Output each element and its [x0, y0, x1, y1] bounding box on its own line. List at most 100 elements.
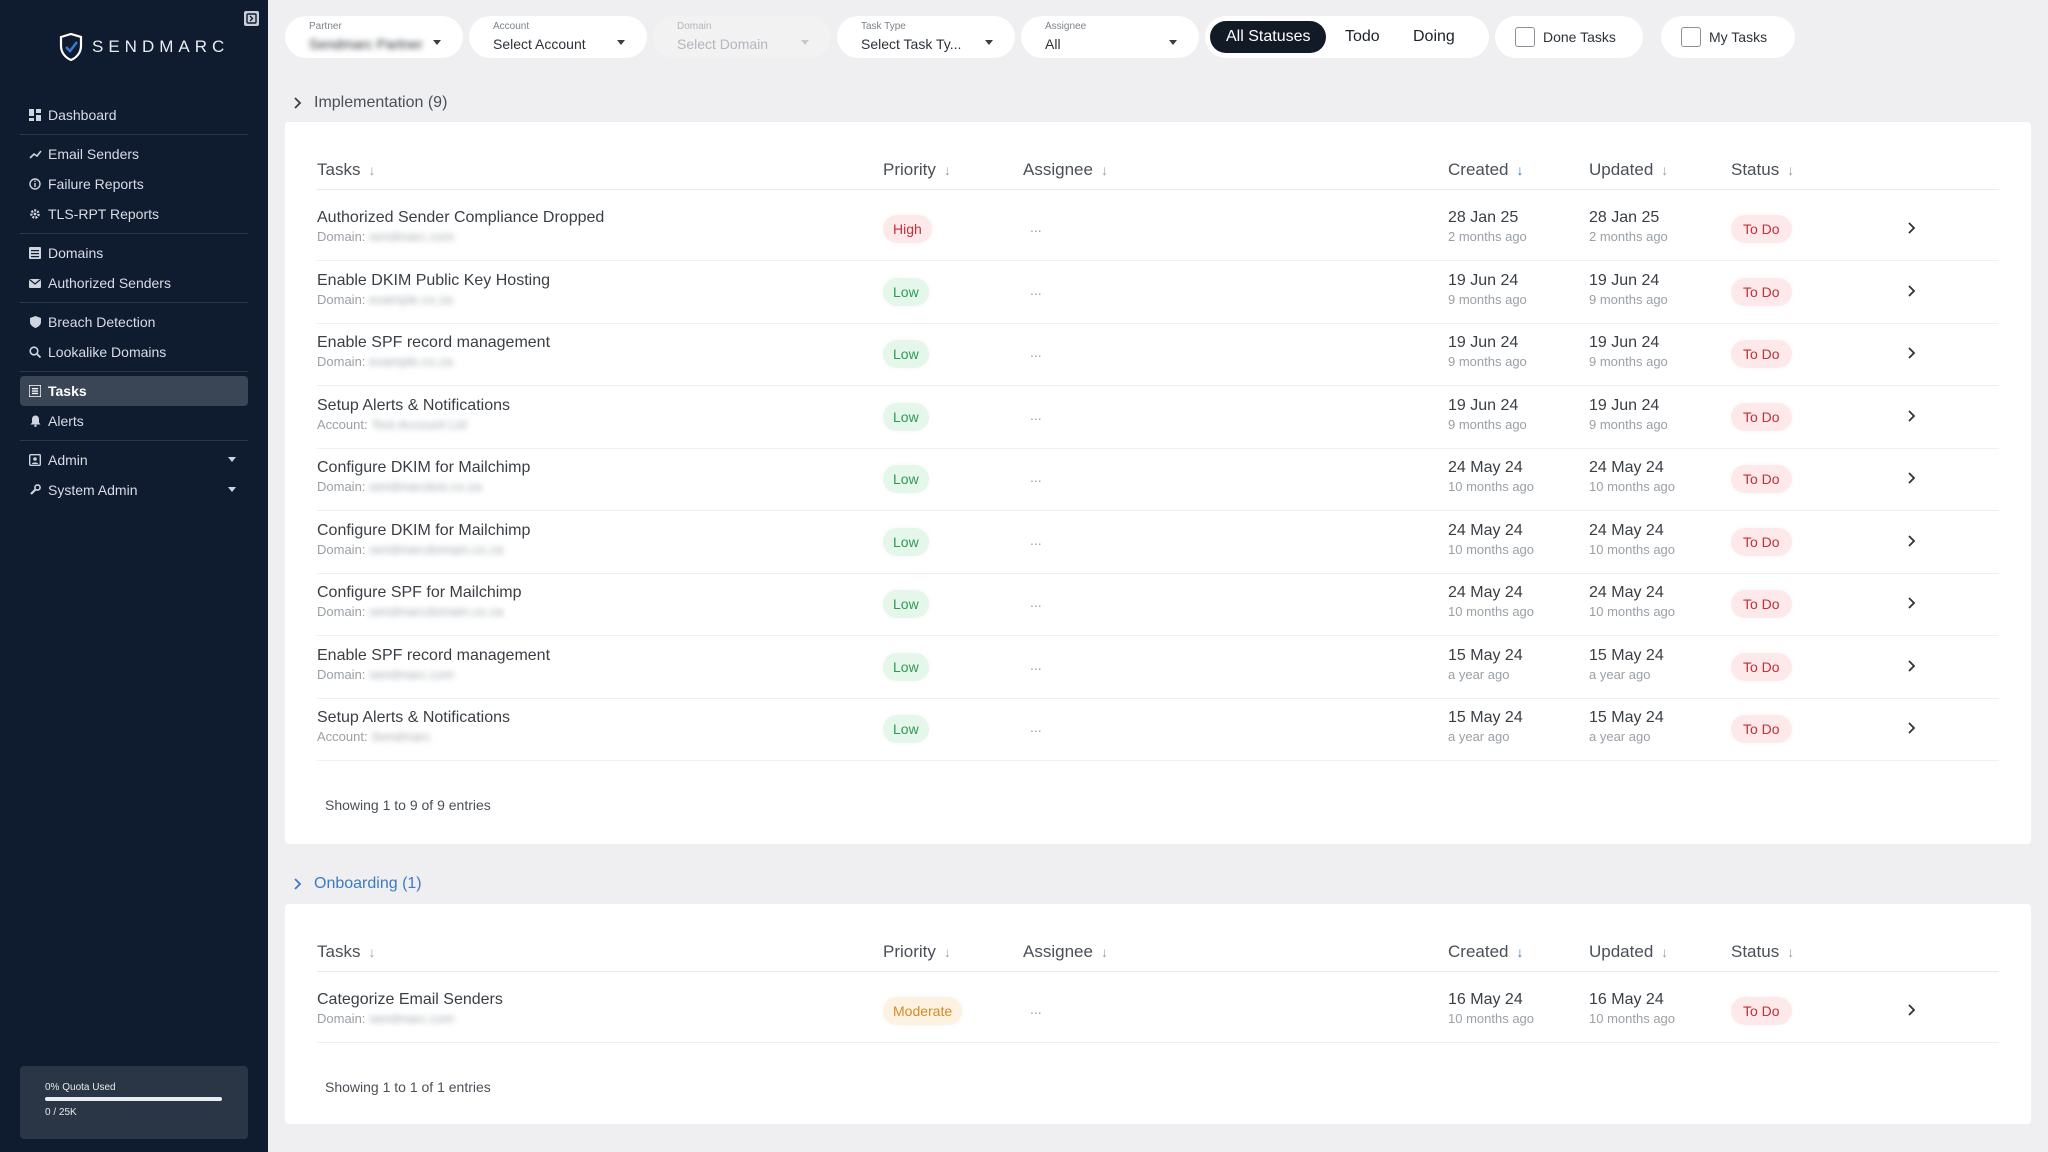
chevron-right-icon[interactable]	[1905, 471, 1919, 485]
table-row[interactable]: Setup Alerts & Notifications Account: Sen…	[317, 699, 1999, 761]
created-cell: 16 May 24 10 months ago	[1448, 991, 1534, 1026]
priority-cell: Low	[883, 652, 929, 681]
column-label: Updated	[1589, 160, 1654, 179]
column-header-status[interactable]: Status ↓	[1731, 160, 1794, 180]
column-header-priority[interactable]: Priority ↓	[883, 942, 951, 962]
section-header-onboarding[interactable]: Onboarding (1)	[293, 875, 422, 893]
column-header-assignee[interactable]: Assignee ↓	[1023, 160, 1108, 180]
table-row[interactable]: Setup Alerts & Notifications Account: Tes…	[317, 387, 1999, 449]
column-header-tasks[interactable]: Tasks ↓	[317, 942, 375, 962]
column-header-priority[interactable]: Priority ↓	[883, 160, 951, 180]
domain-select[interactable]: Domain Select Domain	[653, 16, 831, 58]
task-scope-value: sendmarctest.co.za	[369, 479, 482, 494]
table-row[interactable]: Configure DKIM for Mailchimp Domain: send…	[317, 449, 1999, 511]
task-type-select[interactable]: Task Type Select Task Ty...	[837, 16, 1015, 58]
task-scope-value: sendmarc.com	[369, 1011, 455, 1026]
sidebar-item-breach-detection[interactable]: Breach Detection	[20, 307, 248, 337]
task-title[interactable]: Enable DKIM Public Key Hosting	[317, 272, 550, 290]
sendmarc-logo-icon	[59, 33, 83, 61]
chevron-right-icon[interactable]	[1905, 409, 1919, 423]
task-scope: Account: Test Account Ltd	[317, 417, 510, 432]
quota-widget: 0% Quota Used 0 / 25K	[20, 1066, 248, 1139]
task-scope-label: Domain:	[317, 229, 366, 244]
sidebar-item-alerts[interactable]: Alerts	[20, 406, 248, 436]
created-date: 15 May 24	[1448, 709, 1523, 726]
quota-count: 0 / 25K	[45, 1107, 77, 1118]
column-header-updated[interactable]: Updated ↓	[1589, 160, 1668, 180]
assignee-select[interactable]: Assignee All	[1021, 16, 1199, 58]
chevron-right-icon[interactable]	[1905, 721, 1919, 735]
updated-relative: 10 months ago	[1589, 541, 1676, 557]
task-title[interactable]: Enable SPF record management	[317, 647, 550, 665]
task-title[interactable]: Configure SPF for Mailchimp	[317, 584, 522, 602]
chevron-right-icon[interactable]	[1905, 596, 1919, 610]
sidebar-item-admin[interactable]: Admin	[20, 445, 248, 475]
task-title[interactable]: Setup Alerts & Notifications	[317, 397, 510, 415]
created-date: 19 Jun 24	[1448, 396, 1519, 414]
sidebar-item-tasks[interactable]: Tasks	[20, 376, 248, 406]
task-title[interactable]: Authorized Sender Compliance Dropped	[317, 209, 604, 227]
status-todo-button[interactable]: Todo	[1329, 21, 1396, 53]
table-row[interactable]: Authorized Sender Compliance Dropped Doma…	[317, 199, 1999, 261]
sidebar-item-authorized-senders[interactable]: Authorized Senders	[20, 268, 248, 298]
sidebar-item-tls-rpt-reports[interactable]: TLS-RPT Reports	[20, 199, 248, 229]
my-tasks-toggle[interactable]: My Tasks	[1661, 16, 1795, 58]
created-relative: a year ago	[1448, 729, 1510, 744]
task-scope: Domain: example.co.za	[317, 292, 550, 307]
column-header-updated[interactable]: Updated ↓	[1589, 942, 1668, 962]
sidebar-item-domains[interactable]: Domains	[20, 238, 248, 268]
column-header-created[interactable]: Created ↓	[1448, 942, 1523, 962]
done-tasks-toggle[interactable]: Done Tasks	[1495, 16, 1643, 58]
column-header-assignee[interactable]: Assignee ↓	[1023, 942, 1108, 962]
task-title[interactable]: Configure DKIM for Mailchimp	[317, 522, 530, 540]
task-title[interactable]: Categorize Email Senders	[317, 991, 503, 1009]
created-relative: 2 months ago	[1448, 229, 1527, 244]
partner-select-value: Sendmarc Partner	[309, 36, 423, 52]
sidebar-item-lookalike-domains[interactable]: Lookalike Domains	[20, 337, 248, 367]
section-header-implementation[interactable]: Implementation (9)	[293, 94, 447, 112]
status-all-button[interactable]: All Statuses	[1210, 21, 1327, 53]
chevron-right-icon[interactable]	[1905, 221, 1919, 235]
priority-badge: Low	[883, 277, 929, 306]
sidebar-item-dashboard[interactable]: Dashboard	[20, 100, 248, 130]
task-scope-label: Domain:	[317, 354, 366, 369]
assignee-value: ...	[1030, 281, 1042, 298]
status-badge: To Do	[1731, 527, 1792, 556]
partner-select[interactable]: Partner Sendmarc Partner	[285, 16, 463, 58]
chevron-right-icon[interactable]	[1905, 284, 1919, 298]
table-row[interactable]: Enable SPF record management Domain: send…	[317, 637, 1999, 699]
column-header-tasks[interactable]: Tasks ↓	[317, 160, 375, 180]
created-cell: 28 Jan 25 2 months ago	[1448, 209, 1527, 244]
task-title[interactable]: Setup Alerts & Notifications	[317, 709, 510, 727]
assignee-value: ...	[1030, 219, 1042, 235]
chevron-right-icon[interactable]	[1905, 1003, 1919, 1017]
table-row[interactable]: Enable SPF record management Domain: exam…	[317, 324, 1999, 386]
task-scope-value: Test Account Ltd	[371, 416, 467, 432]
task-title[interactable]: Enable SPF record management	[317, 334, 550, 352]
chevron-down-icon	[617, 40, 625, 45]
account-select[interactable]: Account Select Account	[469, 16, 647, 58]
sidebar-item-system-admin[interactable]: System Admin	[20, 475, 248, 505]
status-badge: To Do	[1731, 340, 1792, 368]
chevron-down-icon	[228, 487, 236, 492]
table-row[interactable]: Configure DKIM for Mailchimp Domain: send…	[317, 512, 1999, 574]
table-row[interactable]: Enable DKIM Public Key Hosting Domain: ex…	[317, 262, 1999, 324]
task-scope: Account: Sendmarc	[317, 729, 510, 744]
chevron-right-icon[interactable]	[1905, 346, 1919, 360]
collapse-sidebar-icon[interactable]	[244, 11, 259, 26]
my-tasks-checkbox[interactable]	[1681, 27, 1701, 47]
logo[interactable]: SENDMARC	[58, 33, 229, 61]
table-row[interactable]: Configure SPF for Mailchimp Domain: sendm…	[317, 574, 1999, 636]
sort-arrow-icon: ↓	[1661, 944, 1669, 960]
updated-cell: 16 May 24 10 months ago	[1589, 991, 1675, 1026]
status-doing-button[interactable]: Doing	[1397, 21, 1471, 53]
column-header-status[interactable]: Status ↓	[1731, 942, 1794, 962]
chevron-right-icon[interactable]	[1905, 659, 1919, 673]
chevron-right-icon[interactable]	[1905, 534, 1919, 548]
sidebar-item-email-senders[interactable]: Email Senders	[20, 139, 248, 169]
task-title[interactable]: Configure DKIM for Mailchimp	[317, 459, 530, 477]
column-header-created[interactable]: Created ↓	[1448, 160, 1523, 180]
sidebar-item-failure-reports[interactable]: Failure Reports	[20, 169, 248, 199]
done-tasks-checkbox[interactable]	[1515, 27, 1535, 47]
table-row[interactable]: Categorize Email Senders Domain: sendmarc…	[317, 981, 1999, 1043]
